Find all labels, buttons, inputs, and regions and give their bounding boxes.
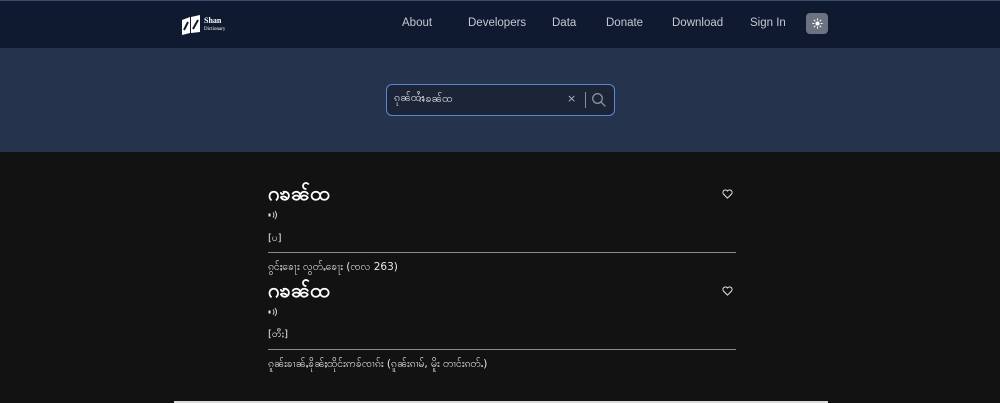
search-separator xyxy=(585,92,586,108)
search-input[interactable] xyxy=(419,91,559,109)
search-icon[interactable] xyxy=(590,91,608,109)
entry-word: ဂၶၼ်ထ xyxy=(268,278,330,302)
entry-word: ဂၶၼ်ထ xyxy=(268,181,330,205)
entry-divider xyxy=(268,252,736,253)
logo-icon xyxy=(182,15,200,35)
nav-developers-link[interactable]: Developers xyxy=(468,17,526,29)
nav-download-link[interactable]: Download xyxy=(672,17,723,29)
nav-data-link[interactable]: Data xyxy=(552,17,576,29)
speaker-icon[interactable] xyxy=(268,210,278,220)
entry-divider xyxy=(268,349,736,350)
nav-about-link[interactable]: About xyxy=(402,17,432,29)
nav-signin-link[interactable]: Sign In xyxy=(750,17,786,29)
search-box[interactable]: ၵုၼ်ထႆး × xyxy=(386,84,615,116)
sun-icon xyxy=(811,18,823,29)
clear-search-button[interactable]: × xyxy=(567,92,576,105)
nav-donate-link[interactable]: Donate xyxy=(606,17,643,29)
logo[interactable]: Shan Dictionary xyxy=(180,14,225,36)
logo-text: Shan Dictionary xyxy=(204,16,225,34)
entry-definition: ၵူၼ်းၶၢၼ်ႇၶိုၼ်ႈထိုင်းဢၶ်ၸၢၵ်း (ၵူၼ်းၵၢမ… xyxy=(268,358,488,370)
top-navbar: Shan Dictionary About Developers Data Do… xyxy=(0,0,1000,48)
theme-toggle-button[interactable] xyxy=(806,13,828,34)
speaker-icon[interactable] xyxy=(268,307,278,317)
logo-title: Shan xyxy=(204,16,222,25)
heart-icon[interactable] xyxy=(722,189,733,199)
logo-subtitle: Dictionary xyxy=(204,27,226,32)
part-of-speech: [ပ] xyxy=(268,233,282,244)
entry-definition: ၵွင်ႈၶေႃး လွတ်ႇၶေႃး (ၸလ 263) xyxy=(268,261,398,273)
heart-icon[interactable] xyxy=(722,286,733,296)
part-of-speech: [တီႈ] xyxy=(268,329,289,340)
